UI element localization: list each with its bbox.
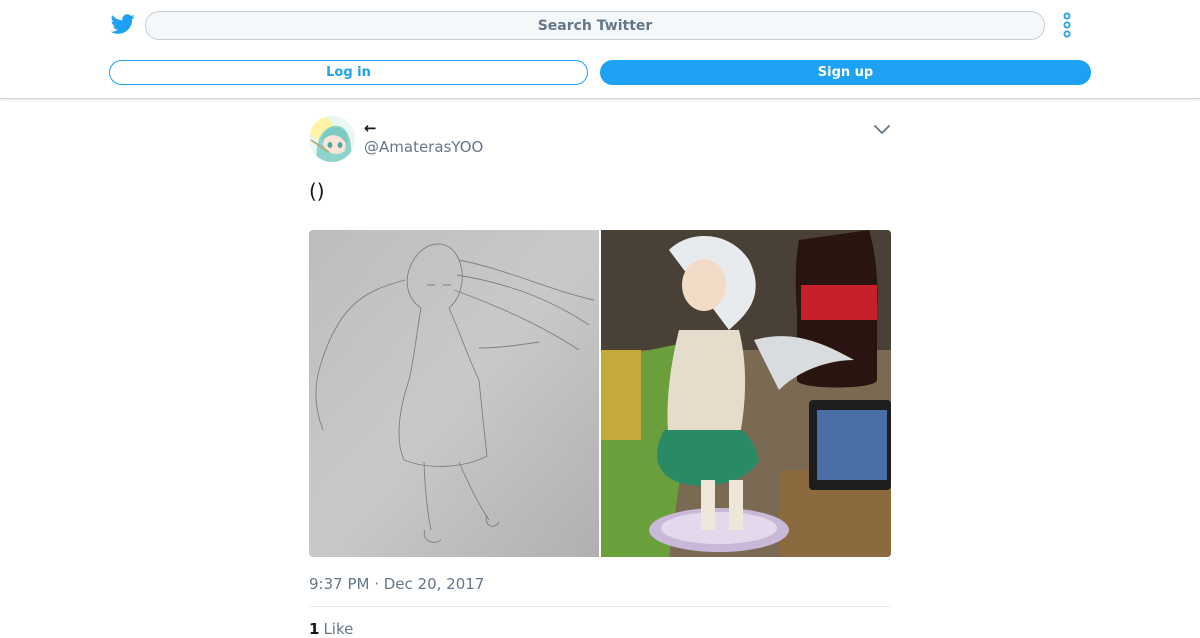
vertical-ellipsis-icon[interactable] [1060,12,1074,38]
tweet-text: () [309,179,325,203]
login-button-label: Log in [326,65,371,80]
search-input[interactable]: Search Twitter [145,11,1045,40]
like-label: Like [323,620,354,638]
search-placeholder: Search Twitter [537,17,653,34]
divider [309,606,891,607]
tweet-timestamp[interactable]: 9:37 PM · Dec 20, 2017 [309,575,484,593]
figure-photo[interactable] [601,230,891,557]
top-navigation-bar: Search Twitter Log in Sign up [0,0,1200,99]
like-count: 1 [309,620,320,638]
chevron-down-icon[interactable] [873,121,891,137]
pencil-sketch-photo[interactable] [309,230,599,557]
like-stats[interactable]: 1 Like [309,620,353,638]
twitter-bird-icon[interactable] [111,12,135,36]
avatar[interactable] [309,116,355,162]
anime-avatar-icon [309,116,355,162]
signup-button-label: Sign up [817,65,874,80]
media-grid [309,230,891,557]
display-name[interactable]: ← [364,119,377,137]
user-handle[interactable]: @AmaterasYOO [364,138,483,156]
signup-button[interactable]: Sign up [600,60,1091,85]
login-button[interactable]: Log in [109,60,588,85]
